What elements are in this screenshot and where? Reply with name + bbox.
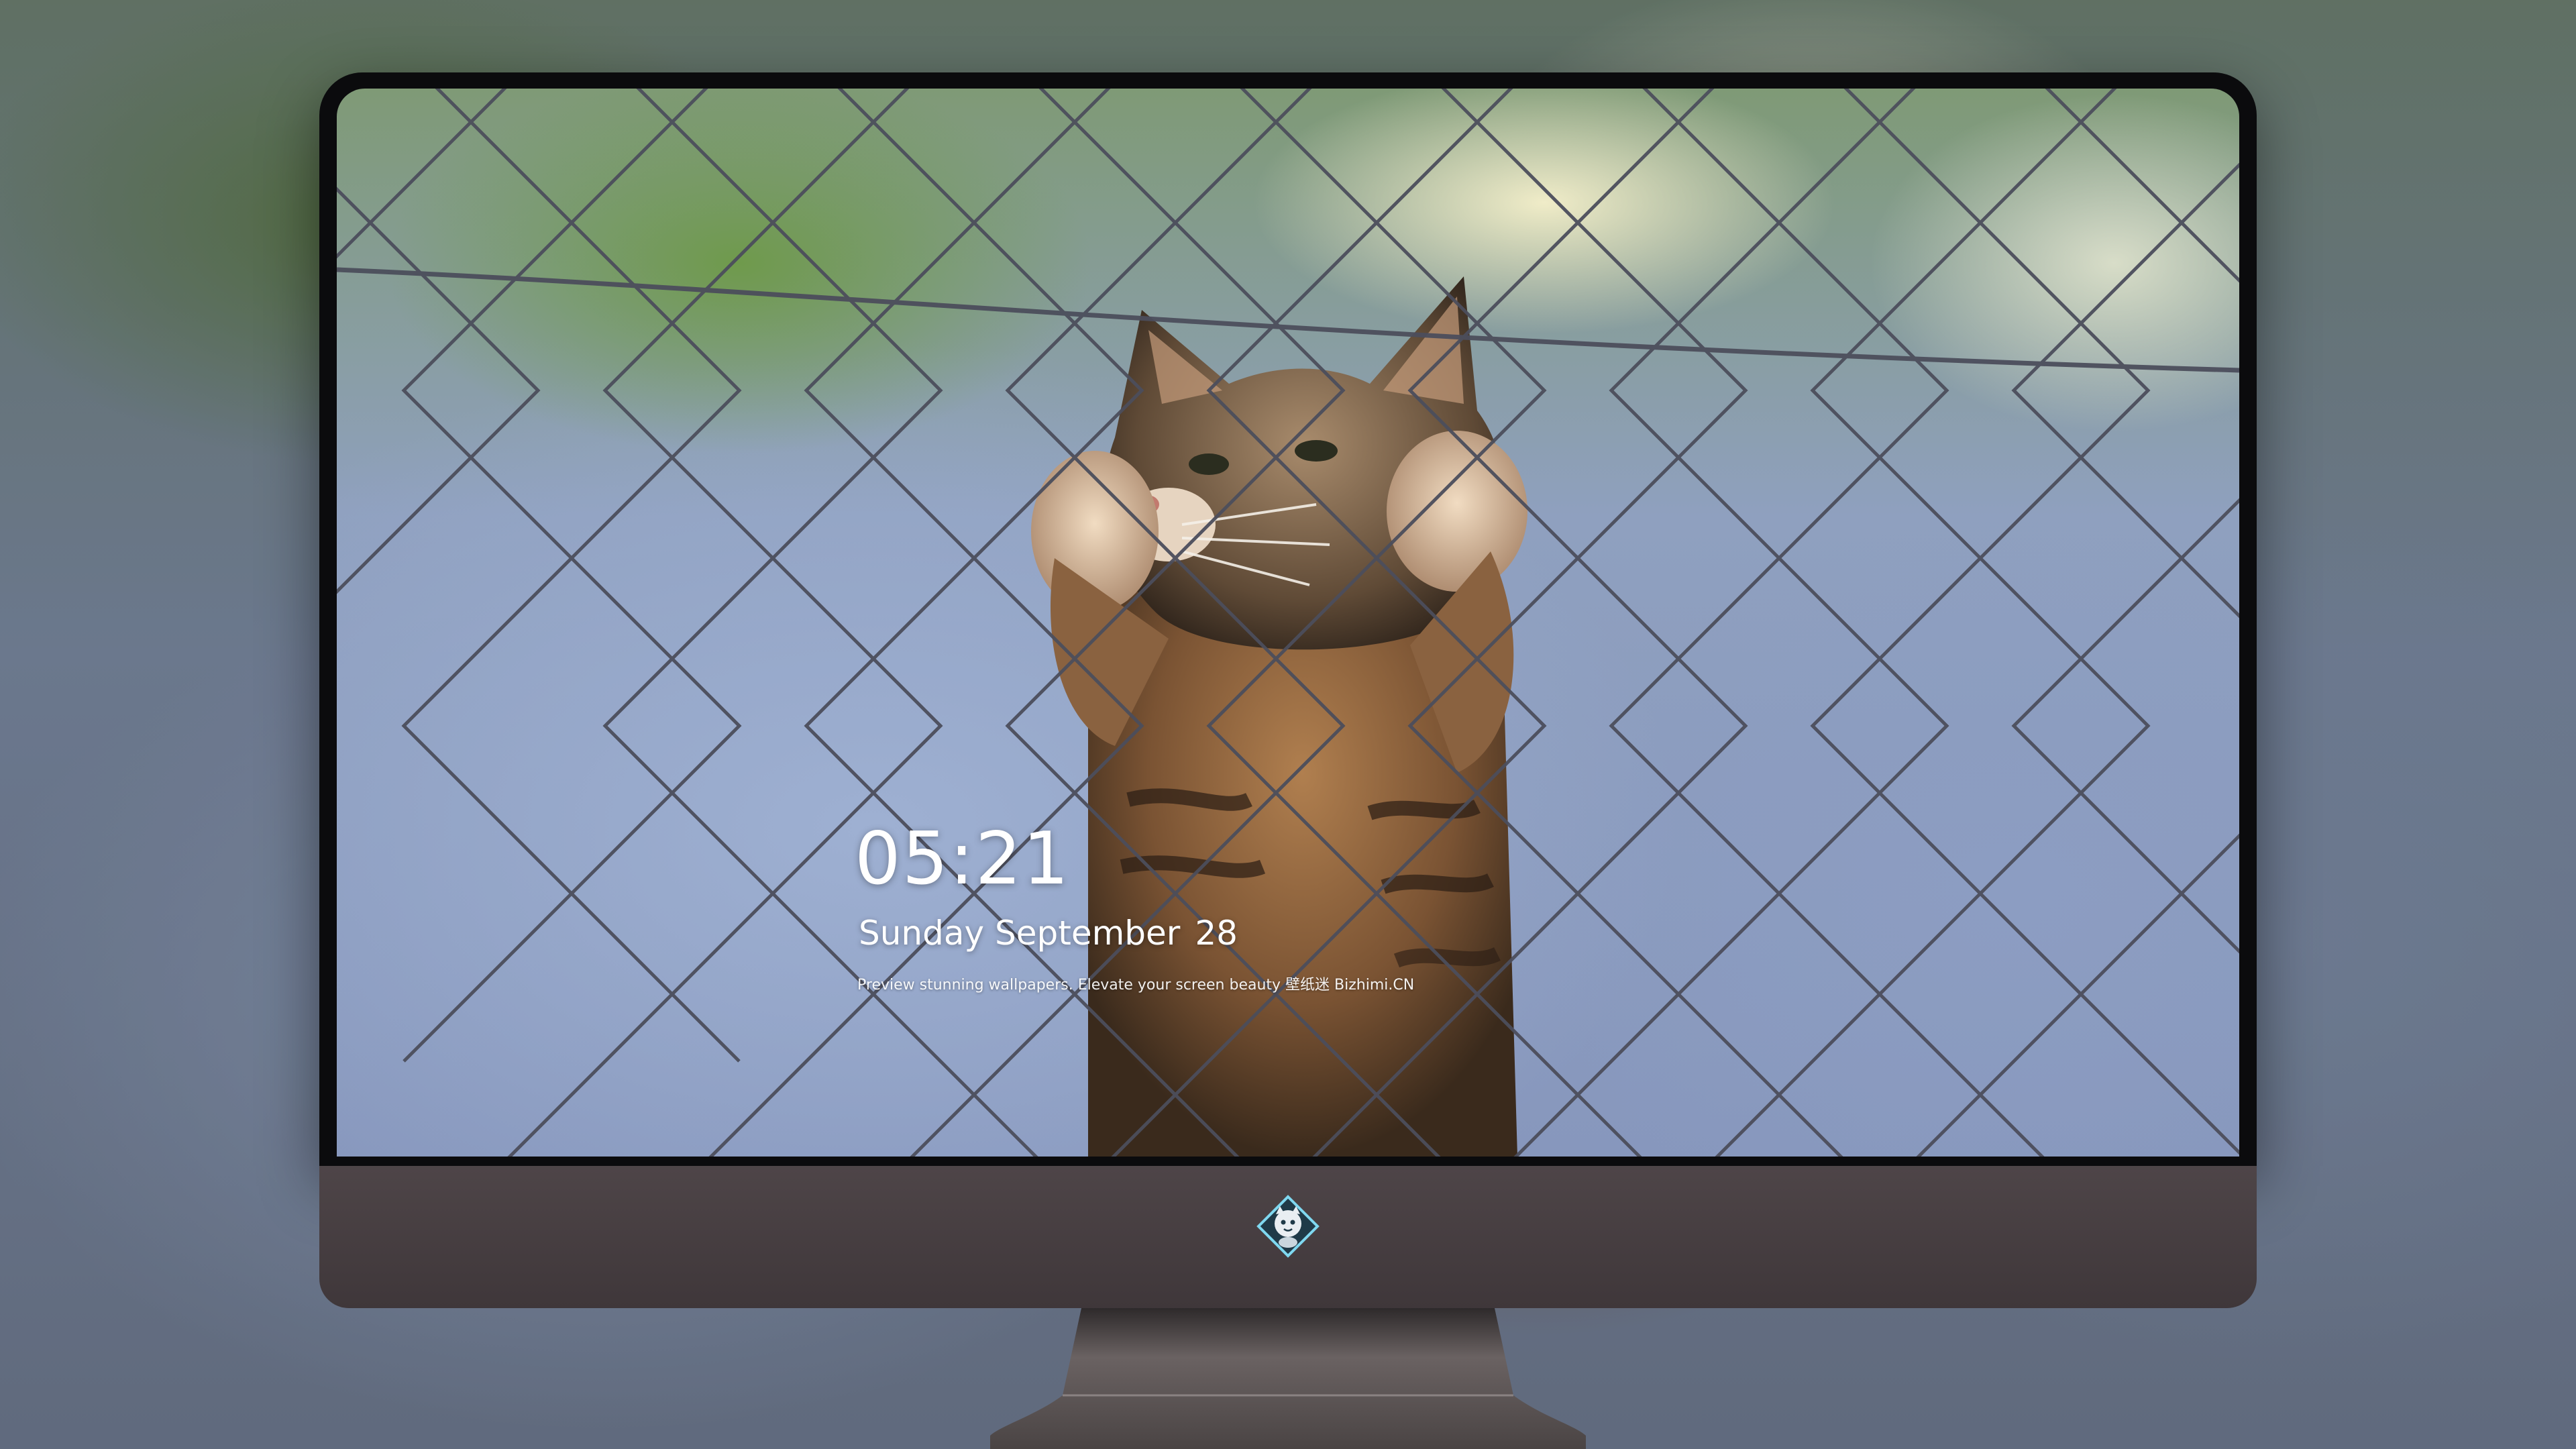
monitor-bezel: 05:21 Sunday September 28 Preview stunnin…: [319, 72, 2257, 1166]
monitor-chin: [319, 1166, 2257, 1308]
brand-logo-icon: [1256, 1195, 1320, 1258]
lockscreen-date: Sunday September 28: [859, 914, 1238, 953]
lockscreen-clock: 05:21: [855, 817, 1071, 901]
lockscreen-tagline: Preview stunning wallpapers. Elevate you…: [857, 977, 1415, 994]
monitor-stand: [990, 1308, 1586, 1449]
screen: 05:21 Sunday September 28 Preview stunnin…: [337, 89, 2239, 1157]
date-day-number: 28: [1195, 914, 1238, 953]
monitor: 05:21 Sunday September 28 Preview stunnin…: [319, 72, 2257, 1308]
date-weekday-month: Sunday September: [859, 914, 1181, 953]
wallpaper-cat-fence: [337, 89, 2239, 1157]
